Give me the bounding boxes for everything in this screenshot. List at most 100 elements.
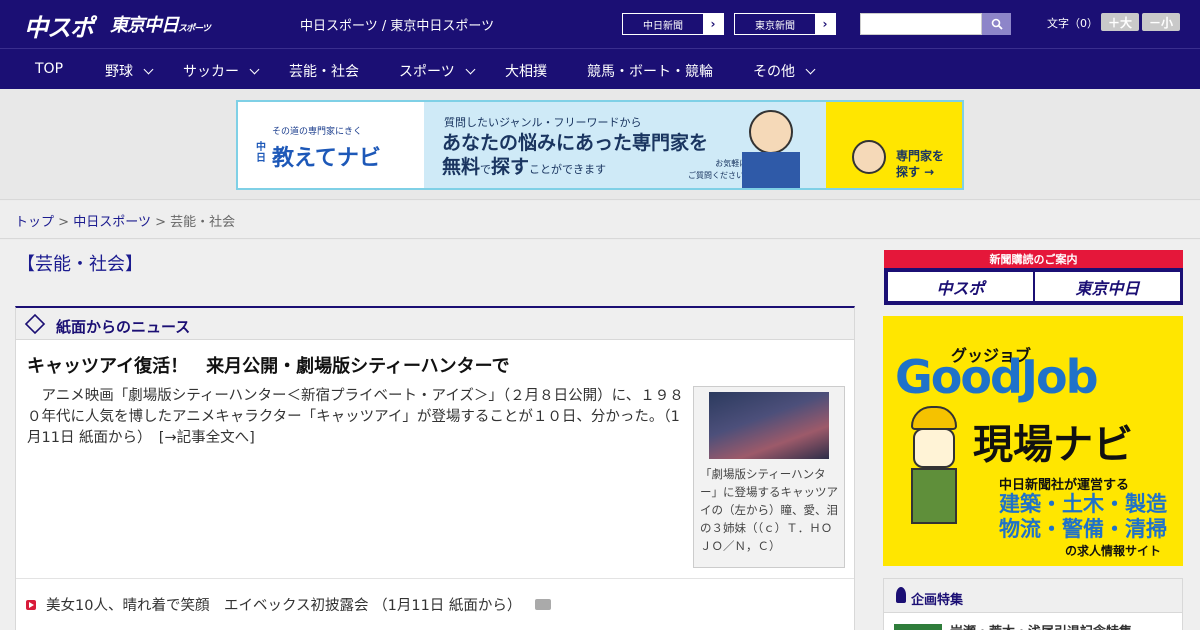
banner-de: で [480, 163, 492, 176]
banner-cta-1: 専門家を [896, 149, 945, 163]
site-tagline: 中日スポーツ / 東京中日スポーツ [300, 19, 495, 34]
search-icon [991, 18, 1003, 30]
main-nav: TOP 野球 サッカー 芸能・社会 スポーツ 大相撲 競馬・ボート・競輪 その他 [0, 48, 1200, 89]
page-title: 【芸能・社会】 [17, 254, 143, 275]
banner-brand-panel: その道の専門家にきく 中日 教えてナビ [238, 102, 424, 188]
special-feature-box: 企画特集 岩瀬・荒木・浅尾引退記念特集 [883, 578, 1183, 630]
nav-label: 芸能・社会 [289, 64, 359, 80]
divider [16, 578, 854, 579]
tokyo-chunichi-logo[interactable]: 東京中日スポーツ [110, 11, 211, 37]
ad-banner-area: その道の専門家にきく 中日 教えてナビ 質問したいジャンル・フリーワードから あ… [0, 89, 1200, 200]
nav-label: TOP [35, 61, 64, 77]
nav-item-soccer[interactable]: サッカー [183, 61, 260, 81]
banner-line3: 無料で探すことができます [442, 152, 606, 179]
goodjob-logo: GoodJob [895, 350, 1099, 404]
chevron-down-icon [143, 64, 154, 74]
article-photo[interactable] [709, 392, 829, 459]
newspaper-icon [24, 313, 46, 335]
goodjob-operator: 中日新聞社が運営する [999, 478, 1130, 493]
banner-note: お気軽に ご質問ください! [688, 158, 747, 182]
search-button[interactable] [982, 13, 1011, 35]
nav-item-sports[interactable]: スポーツ [399, 61, 476, 81]
search-input[interactable] [860, 13, 982, 35]
tokyo-logo-text: 東京中日 [110, 15, 179, 36]
subscribe-chuspo-button[interactable]: 中スポ [888, 272, 1033, 301]
helmet-shape [911, 406, 957, 430]
pin-icon [896, 587, 906, 603]
news-section-title: 紙面からのニュース [56, 318, 191, 336]
news-section: 紙面からのニュース キャッツアイ復活！ 来月公開・劇場版シティーハンターで アニ… [15, 306, 855, 630]
breadcrumb-current: 芸能・社会 [170, 215, 236, 230]
list-item[interactable]: 美女10人、晴れ着で笑顔 エイベックス初披露会 （1月11日 紙面から） [26, 594, 552, 615]
goodjob-title: 現場ナビ [973, 422, 1133, 468]
subscribe-tokyo-chunichi-button[interactable]: 東京中日 [1035, 272, 1180, 301]
chunichi-shimbun-label: 中日新聞 [643, 20, 683, 32]
nav-item-sumo[interactable]: 大相撲 [505, 61, 547, 81]
tokyo-shimbun-label: 東京新聞 [755, 20, 795, 32]
goodjob-categories: 建築・土木・製造 物流・警備・清掃 [999, 492, 1167, 542]
oshiete-navi-banner[interactable]: その道の専門家にきく 中日 教えてナビ 質問したいジャンル・フリーワードから あ… [236, 100, 964, 190]
chevron-down-icon [465, 64, 476, 74]
play-marker-icon [26, 599, 36, 610]
breadcrumb-section-link[interactable]: 中日スポーツ [73, 215, 151, 230]
news-section-header: 紙面からのニュース [16, 308, 854, 340]
nav-label: 野球 [105, 64, 133, 80]
banner-brand: 教えてナビ [272, 146, 381, 171]
font-larger-button[interactable]: ＋大 [1101, 13, 1139, 31]
feature-title: 岩瀬・荒木・浅尾引退記念特集 [950, 621, 1132, 630]
banner-line2: あなたの悩みにあった専門家を [442, 132, 709, 154]
camera-icon [535, 599, 552, 610]
chevron-right-icon: › [815, 14, 835, 34]
banner-cta-panel: 専門家を探す → [826, 102, 962, 188]
expert-suit-illustration [742, 152, 800, 188]
site-header: 中スポ 東京中日スポーツ 中日スポーツ / 東京中日スポーツ 中日新聞 › 東京… [0, 0, 1200, 48]
breadcrumb-home-link[interactable]: トップ [15, 215, 54, 230]
breadcrumb-text: トップ > 中日スポーツ > 芸能・社会 [15, 211, 235, 230]
tokyo-shimbun-link[interactable]: 東京新聞 › [734, 13, 836, 35]
nav-label: 競馬・ボート・競輪 [587, 64, 713, 80]
body-shape [911, 468, 957, 524]
special-feature-title: 企画特集 [911, 593, 964, 608]
expert-illustration [749, 110, 793, 154]
user-illustration [852, 140, 886, 174]
special-feature-item[interactable]: 岩瀬・荒木・浅尾引退記念特集 [894, 621, 1132, 630]
photo-caption: 「劇場版シティーハンター」に登場するキャッツアイの（左から）瞳、愛、泪の３姉妹（… [700, 467, 838, 553]
face-shape [913, 428, 955, 468]
goodjob-cats-2: 物流・警備・清掃 [999, 517, 1167, 541]
banner-message-panel: 質問したいジャンル・フリーワードから あなたの悩みにあった専門家を 無料で探すこ… [424, 102, 826, 188]
banner-chu-mark: 中日 [256, 142, 266, 164]
chunichi-shimbun-link[interactable]: 中日新聞 › [622, 13, 724, 35]
nav-item-baseball[interactable]: 野球 [105, 61, 154, 81]
nav-label: その他 [753, 64, 795, 80]
banner-search: 探す [491, 156, 530, 178]
chuspo-logo[interactable]: 中スポ [24, 8, 94, 43]
article-photo-box: 「劇場版シティーハンター」に登場するキャッツアイの（左から）瞳、愛、泪の３姉妹（… [693, 386, 845, 568]
chevron-down-icon [805, 64, 816, 74]
nav-label: サッカー [183, 64, 239, 80]
banner-small-text: その道の専門家にきく [272, 127, 363, 137]
article-body[interactable]: アニメ映画「劇場版シティーハンター＜新宿プライベート・アイズ＞」（２月８日公開）… [27, 386, 687, 449]
nav-item-entertainment[interactable]: 芸能・社会 [289, 61, 359, 81]
goodjob-cats-1: 建築・土木・製造 [999, 492, 1167, 516]
nav-item-top[interactable]: TOP [35, 61, 63, 77]
chevron-down-icon [249, 64, 260, 74]
list-item-title: 美女10人、晴れ着で笑顔 エイベックス初披露会 （1月11日 紙面から） [46, 598, 522, 614]
tokyo-logo-suffix: スポーツ [178, 24, 211, 34]
breadcrumb-sep: > [155, 215, 166, 230]
font-smaller-button[interactable]: －小 [1142, 13, 1180, 31]
goodjob-site: の求人情報サイト [1065, 544, 1162, 558]
nav-item-racing[interactable]: 競馬・ボート・競輪 [587, 61, 713, 81]
banner-cta: 専門家を探す → [896, 148, 944, 180]
feature-thumbnail [894, 623, 942, 630]
nav-item-other[interactable]: その他 [753, 61, 816, 81]
article-headline[interactable]: キャッツアイ復活！ 来月公開・劇場版シティーハンターで [27, 352, 510, 378]
breadcrumb: トップ > 中日スポーツ > 芸能・社会 [0, 201, 1200, 239]
banner-note-1: お気軽に [715, 159, 748, 168]
goodjob-ad[interactable]: グッジョブ GoodJob 現場ナビ 中日新聞社が運営する 建築・土木・製造 物流… [883, 316, 1183, 566]
banner-cta-2: 探す → [896, 165, 935, 179]
nav-label: スポーツ [399, 64, 455, 80]
subscription-title: 新聞購読のご案内 [884, 250, 1183, 268]
banner-tail: ことができます [529, 163, 607, 176]
chevron-right-icon: › [703, 14, 723, 34]
worker-illustration [905, 406, 963, 526]
